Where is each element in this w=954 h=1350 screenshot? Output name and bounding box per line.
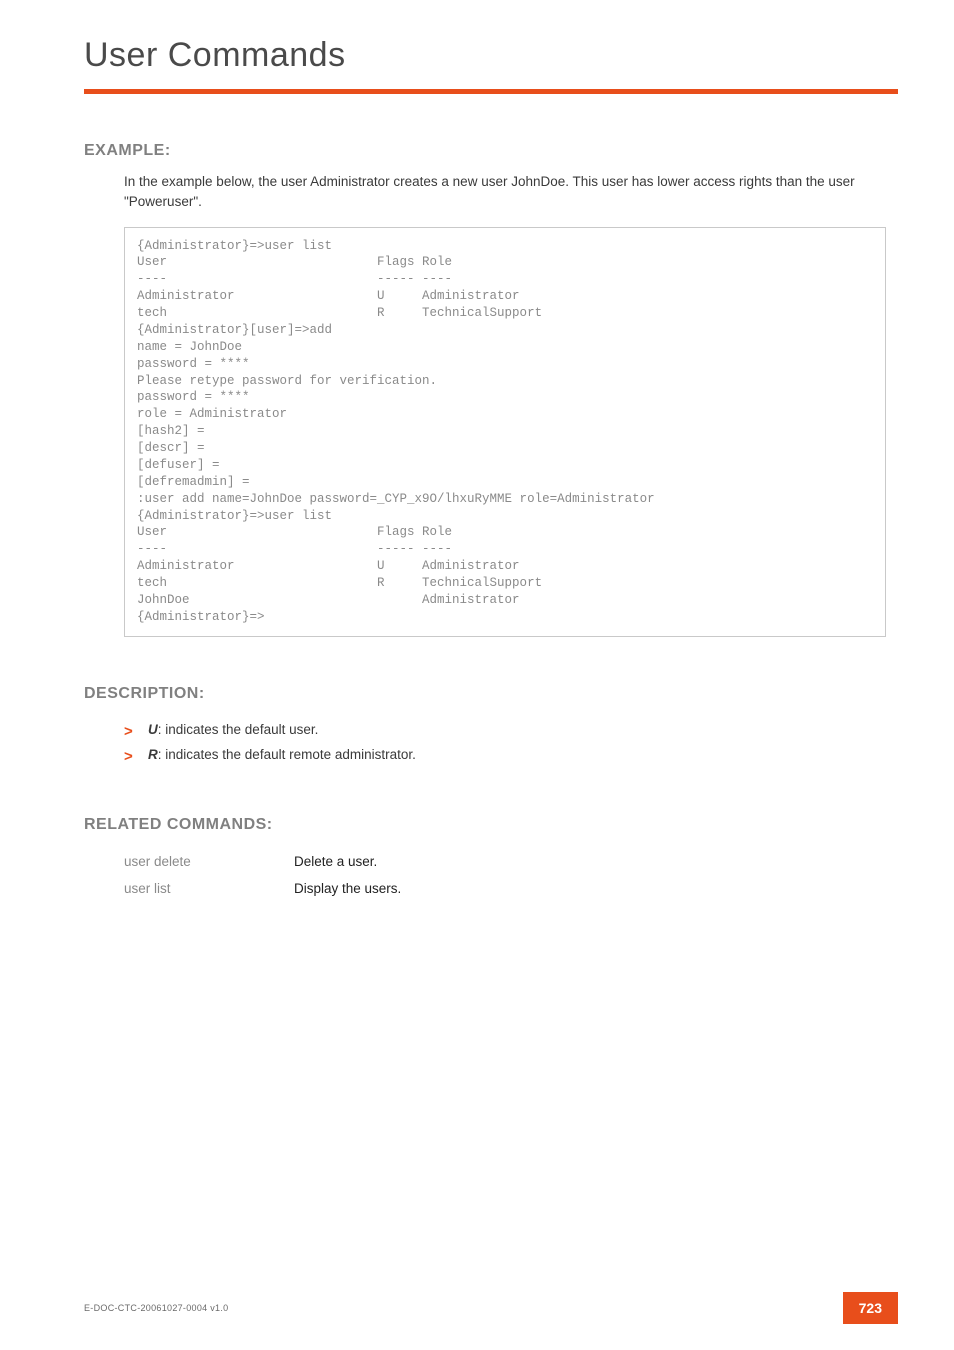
related-commands-table: user delete Delete a user. user list Dis… bbox=[124, 848, 401, 902]
terminal-output: {Administrator}=>user list User Flags Ro… bbox=[137, 238, 873, 626]
table-row: user delete Delete a user. bbox=[124, 848, 401, 875]
related-desc: Display the users. bbox=[294, 875, 401, 902]
table-row: user list Display the users. bbox=[124, 875, 401, 902]
example-intro: In the example below, the user Administr… bbox=[124, 172, 884, 213]
related-heading: RELATED COMMANDS: bbox=[84, 816, 898, 834]
list-item-text: : indicates the default remote administr… bbox=[158, 747, 416, 762]
list-item-text: : indicates the default user. bbox=[158, 722, 319, 737]
page-title: User Commands bbox=[84, 36, 898, 75]
chevron-right-icon: > bbox=[124, 743, 133, 772]
description-heading: DESCRIPTION: bbox=[84, 685, 898, 703]
related-cmd: user delete bbox=[124, 848, 294, 875]
related-desc: Delete a user. bbox=[294, 848, 401, 875]
footer: E-DOC-CTC-20061027-0004 v1.0 723 bbox=[84, 1298, 898, 1316]
terminal-box: {Administrator}=>user list User Flags Ro… bbox=[124, 227, 886, 637]
page-number-badge: 723 bbox=[843, 1292, 898, 1324]
list-item: > R: indicates the default remote admini… bbox=[124, 742, 898, 768]
list-item-emph: R bbox=[148, 747, 158, 762]
page: User Commands EXAMPLE: In the example be… bbox=[0, 0, 954, 1350]
description-list: > U: indicates the default user. > R: in… bbox=[124, 717, 898, 768]
related-cmd: user list bbox=[124, 875, 294, 902]
title-rule bbox=[84, 89, 898, 94]
example-heading: EXAMPLE: bbox=[84, 142, 898, 160]
doc-id: E-DOC-CTC-20061027-0004 v1.0 bbox=[84, 1303, 228, 1313]
list-item: > U: indicates the default user. bbox=[124, 717, 898, 743]
list-item-emph: U bbox=[148, 722, 158, 737]
